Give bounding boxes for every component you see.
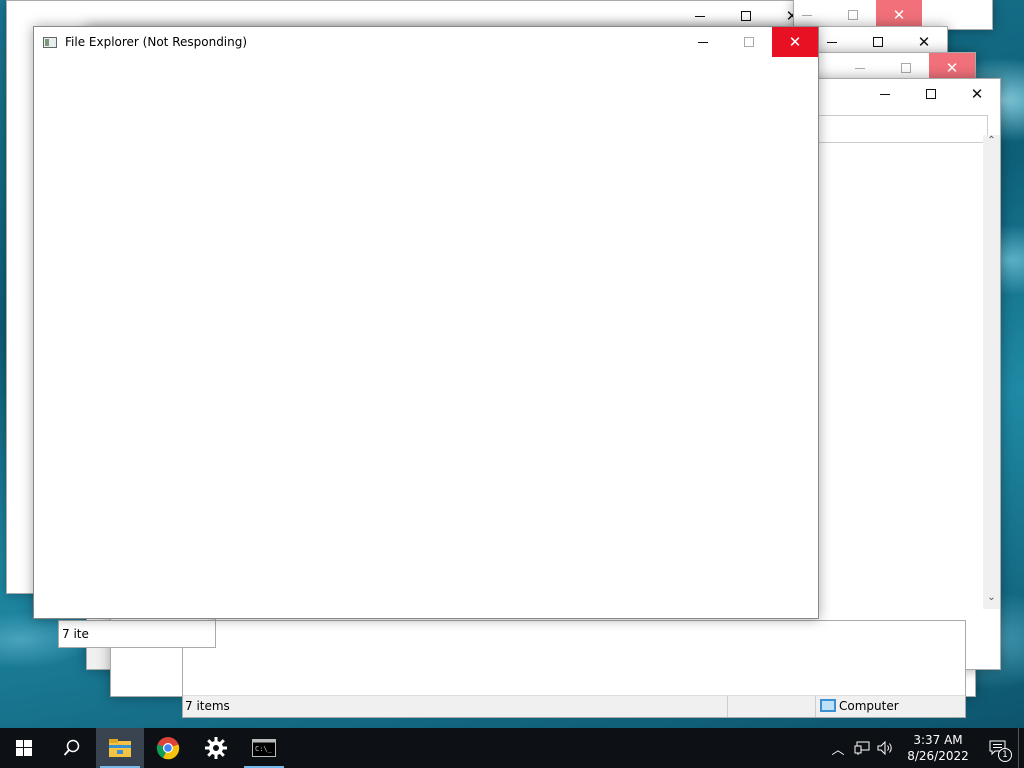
taskbar-file-explorer[interactable] xyxy=(96,728,144,768)
search-box[interactable] xyxy=(808,115,988,143)
app-icon xyxy=(43,36,57,48)
windows-logo-icon xyxy=(16,740,32,756)
close-icon: ✕ xyxy=(945,58,959,77)
minimize-icon xyxy=(698,41,708,43)
maximize-icon xyxy=(873,37,883,47)
clock-time: 3:37 AM xyxy=(913,733,963,747)
search-icon xyxy=(63,739,80,756)
file-explorer-window[interactable]: File Explorer (Not Responding) ✕ xyxy=(33,26,819,619)
close-button[interactable]: ✕ xyxy=(772,27,818,57)
minimize-icon xyxy=(827,41,837,43)
maximize-icon xyxy=(926,89,936,99)
status-items-partial: 7 ite xyxy=(62,627,89,641)
clock-date: 8/26/2022 xyxy=(907,749,969,763)
maximize-button[interactable] xyxy=(908,79,954,109)
network-icon xyxy=(854,741,870,755)
caption-buttons: ✕ xyxy=(680,27,818,57)
close-button[interactable]: ✕ xyxy=(954,79,1000,109)
computer-icon xyxy=(820,699,836,712)
caption-buttons: ✕ xyxy=(862,79,1000,109)
svg-text:C:\_: C:\_ xyxy=(255,745,273,753)
background-window-7[interactable]: 7 ite xyxy=(58,620,216,648)
clock[interactable]: 3:37 AM 8/26/2022 xyxy=(898,732,978,764)
scrollbar[interactable]: ⌃ ⌄ xyxy=(983,135,1000,609)
search-button[interactable] xyxy=(48,728,96,768)
maximize-icon xyxy=(741,11,751,21)
minimize-button[interactable] xyxy=(862,79,908,109)
taskbar: C:\_ ︿ 3:37 AM 8/26/2022 1 xyxy=(0,728,1024,768)
minimize-icon xyxy=(855,67,865,69)
show-desktop-button[interactable] xyxy=(1018,728,1024,768)
start-button[interactable] xyxy=(0,728,48,768)
status-divider xyxy=(815,696,816,717)
minimize-icon xyxy=(695,15,705,17)
chrome-icon xyxy=(156,737,180,760)
status-location: Computer xyxy=(839,699,899,713)
chevron-up-icon: ︿ xyxy=(831,742,845,758)
minimize-icon xyxy=(880,93,890,95)
status-divider xyxy=(727,696,728,717)
volume-button[interactable] xyxy=(874,728,898,768)
command-prompt-icon: C:\_ xyxy=(252,739,276,757)
taskbar-command-prompt[interactable]: C:\_ xyxy=(240,728,288,768)
file-explorer-icon xyxy=(109,739,131,757)
status-bar: 7 items Computer xyxy=(183,695,965,717)
show-hidden-icons-button[interactable]: ︿ xyxy=(826,728,850,768)
close-icon: ✕ xyxy=(892,5,906,24)
close-icon: ✕ xyxy=(917,32,931,51)
taskbar-settings[interactable] xyxy=(192,728,240,768)
maximize-icon xyxy=(744,37,754,47)
scroll-up-icon[interactable]: ⌃ xyxy=(983,135,1000,152)
action-center-button[interactable]: 1 xyxy=(978,728,1018,768)
gear-icon xyxy=(205,737,227,759)
close-icon: ✕ xyxy=(788,32,802,51)
maximize-button[interactable] xyxy=(726,27,772,57)
minimize-button[interactable] xyxy=(680,27,726,57)
notification-count-badge: 1 xyxy=(998,748,1012,762)
network-button[interactable] xyxy=(850,728,874,768)
speaker-icon xyxy=(877,741,892,755)
status-items: 7 items xyxy=(185,699,230,713)
scroll-down-icon[interactable]: ⌄ xyxy=(983,592,1000,609)
maximize-icon xyxy=(848,10,858,20)
window-title: File Explorer (Not Responding) xyxy=(65,35,248,49)
system-tray: ︿ 3:37 AM 8/26/2022 1 xyxy=(826,728,1024,768)
close-icon: ✕ xyxy=(970,84,984,103)
maximize-icon xyxy=(901,63,911,73)
minimize-icon xyxy=(802,14,812,16)
background-window-6[interactable]: 7 items Computer xyxy=(182,620,966,718)
taskbar-chrome[interactable] xyxy=(144,728,192,768)
